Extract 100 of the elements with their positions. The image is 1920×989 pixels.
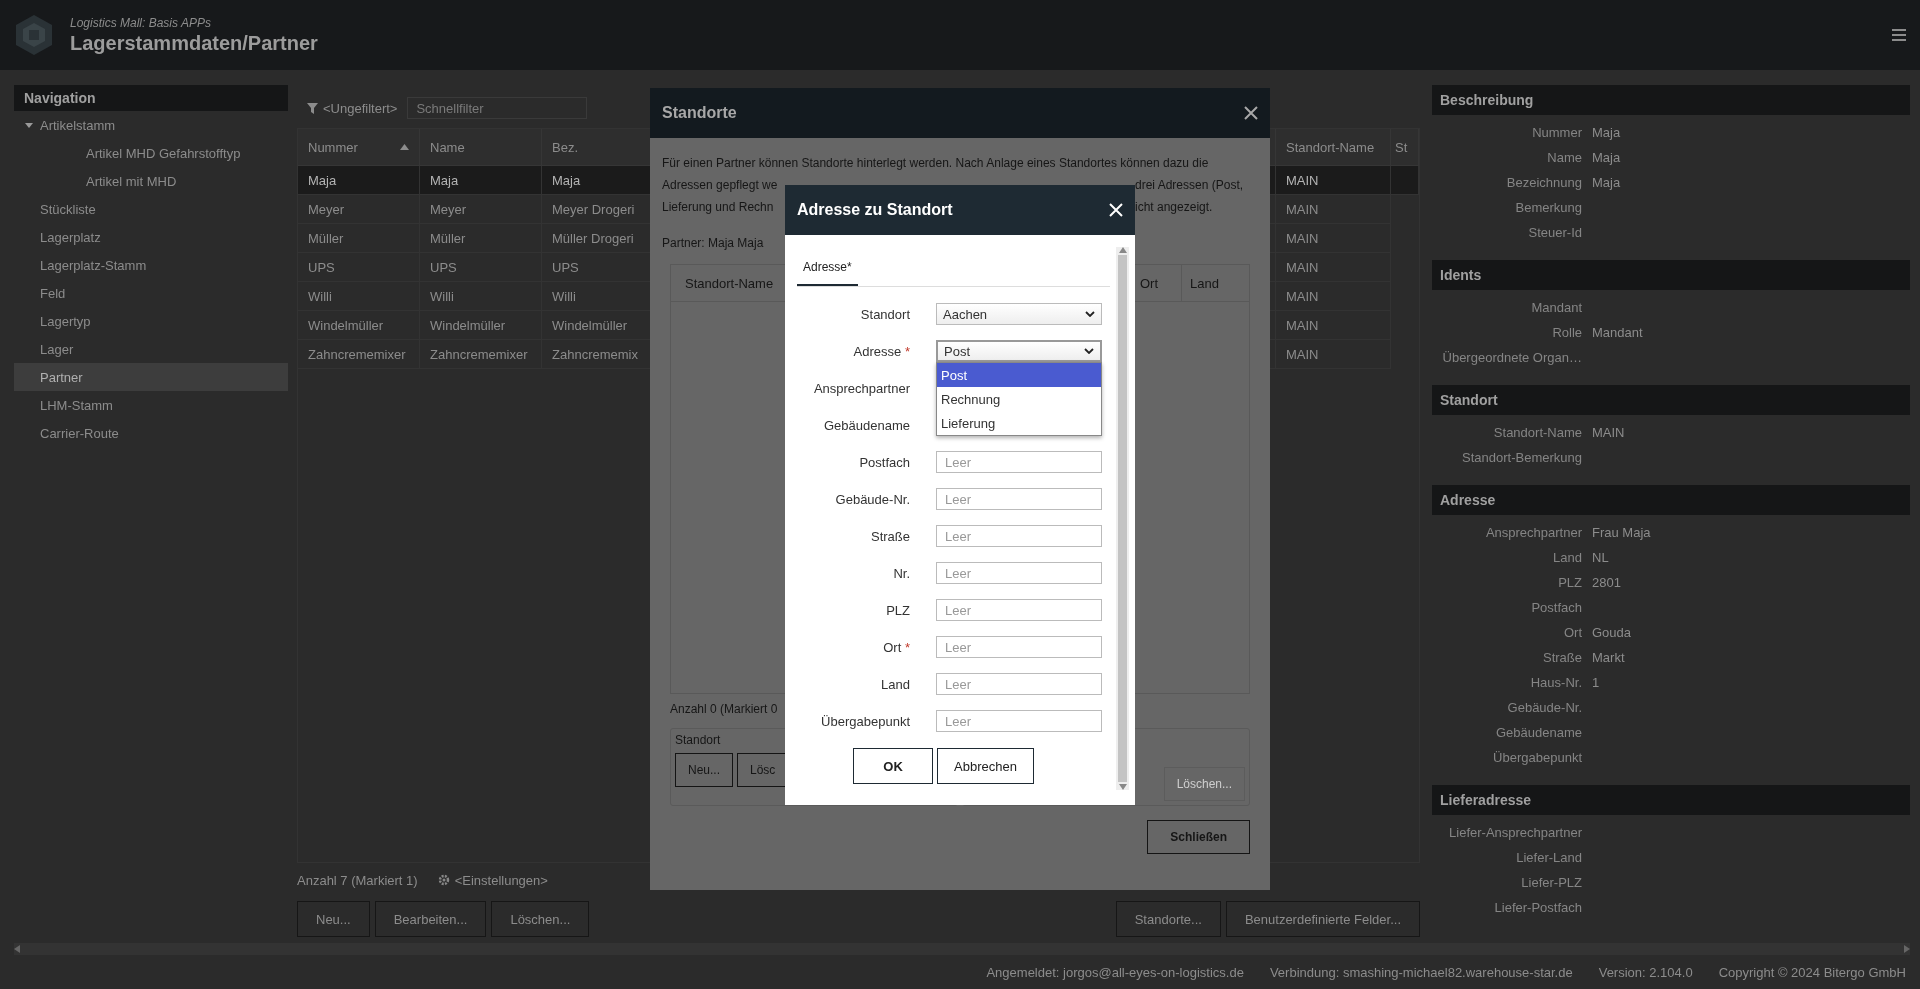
- intro-text: Lieferung und Rechn: [662, 199, 775, 216]
- detail-label: Ort: [1562, 625, 1582, 640]
- field-label: Gebäudename: [823, 417, 910, 433]
- vertical-scrollbar[interactable]: [1116, 247, 1129, 790]
- action-button[interactable]: Neu...: [297, 901, 370, 937]
- close-button[interactable]: Schließen: [1147, 820, 1250, 854]
- detail-label: Liefer-Land: [1515, 850, 1582, 865]
- column-header[interactable]: Name: [420, 129, 542, 166]
- select-field[interactable]: Post: [936, 340, 1102, 362]
- scroll-left-icon[interactable]: [14, 945, 20, 953]
- detail-label: Straße: [1542, 650, 1582, 665]
- detail-label: Standort-Name: [1492, 425, 1582, 440]
- detail-value: Gouda: [1592, 625, 1632, 640]
- table-cell: MAIN: [1276, 340, 1391, 369]
- input-field[interactable]: Leer: [936, 562, 1102, 584]
- menu-icon[interactable]: [1892, 29, 1906, 41]
- page-title: Lagerstammdaten/Partner: [70, 31, 319, 55]
- table-cell: MAIN: [1276, 282, 1391, 311]
- nav-item[interactable]: Lager: [14, 335, 288, 363]
- column-header[interactable]: Nummer: [298, 129, 420, 166]
- nav-item[interactable]: Artikelstamm: [14, 111, 288, 139]
- caret-down-icon[interactable]: [24, 120, 34, 130]
- action-button[interactable]: Benutzerdefinierte Felder...: [1225, 901, 1420, 937]
- input-field[interactable]: Leer: [936, 636, 1102, 658]
- dialog-title: Standorte: [662, 104, 737, 122]
- dropdown-option[interactable]: Lieferung: [937, 411, 1101, 435]
- table-cell: Maja: [298, 166, 420, 195]
- table-cell: MAIN: [1276, 224, 1391, 253]
- detail-label: Bemerkung: [1514, 200, 1582, 215]
- scroll-up-icon[interactable]: [1118, 247, 1127, 253]
- detail-label: Haus-Nr.: [1529, 675, 1582, 690]
- nav-item[interactable]: Artikel MHD Gefahrstofftyp: [14, 139, 288, 167]
- table-cell: Zahncrememixer: [420, 340, 542, 369]
- table-cell: UPS: [298, 253, 420, 282]
- scroll-down-icon[interactable]: [1118, 784, 1127, 790]
- filter-icon: [307, 102, 318, 114]
- action-button[interactable]: Standorte...: [1115, 901, 1221, 937]
- sort-up-icon: [400, 144, 409, 150]
- detail-value: 2801: [1592, 575, 1621, 590]
- input-field[interactable]: Leer: [936, 451, 1102, 473]
- detail-label: Land: [1552, 550, 1582, 565]
- nav-item[interactable]: Artikel mit MHD: [14, 167, 288, 195]
- ok-button[interactable]: OK: [853, 748, 934, 784]
- section-header: Idents: [1432, 260, 1910, 290]
- action-button[interactable]: Bearbeiten...: [374, 901, 487, 937]
- horizontal-scrollbar[interactable]: [14, 943, 1910, 955]
- input-field[interactable]: Leer: [936, 525, 1102, 547]
- nav-item[interactable]: Feld: [14, 279, 288, 307]
- table-cell: Windelmüller: [420, 311, 542, 340]
- table-cell: Müller: [298, 224, 420, 253]
- detail-value: Maja: [1592, 125, 1621, 140]
- group-button[interactable]: Neu...: [675, 753, 733, 787]
- group-title: Standort: [675, 733, 722, 747]
- input-field[interactable]: Leer: [936, 673, 1102, 695]
- input-field[interactable]: Leer: [936, 488, 1102, 510]
- column-header[interactable]: Standort-Name: [1276, 129, 1391, 166]
- scroll-right-icon[interactable]: [1904, 945, 1910, 953]
- dropdown-option[interactable]: Rechnung: [937, 387, 1101, 411]
- dropdown-option[interactable]: Post: [937, 363, 1101, 387]
- field-label: Straße: [870, 528, 910, 544]
- column-header[interactable]: Land: [1181, 265, 1249, 301]
- tab[interactable]: Adresse*: [797, 260, 858, 286]
- detail-label: Liefer-PLZ: [1520, 875, 1582, 890]
- cancel-button[interactable]: Abbrechen: [937, 748, 1034, 784]
- input-field[interactable]: Leer: [936, 599, 1102, 621]
- detail-label: Gebäudename: [1495, 725, 1582, 740]
- field-label: Ansprechpartner: [812, 380, 910, 396]
- nav-item[interactable]: Lagerplatz: [14, 223, 288, 251]
- detail-label: Bezeichnung: [1505, 175, 1582, 190]
- detail-label: Liefer-Postfach: [1493, 900, 1582, 915]
- close-icon[interactable]: [1244, 106, 1258, 120]
- nav-item[interactable]: Partner: [14, 363, 288, 391]
- column-header[interactable]: St: [1391, 129, 1419, 166]
- nav-item[interactable]: LHM-Stamm: [14, 391, 288, 419]
- detail-label: Steuer-Id: [1527, 225, 1582, 240]
- section-header: Lieferadresse: [1432, 785, 1910, 815]
- row-count: Anzahl 0 (Markiert 0: [670, 702, 779, 716]
- chevron-down-icon: [1085, 311, 1095, 317]
- field-label: Ort *: [882, 639, 910, 655]
- nav-item[interactable]: Lagerplatz-Stamm: [14, 251, 288, 279]
- detail-value: Maja: [1592, 175, 1621, 190]
- nav-item[interactable]: Stückliste: [14, 195, 288, 223]
- detail-label: Übergeordnete Organ…: [1441, 350, 1582, 365]
- table-cell: UPS: [420, 253, 542, 282]
- table-cell: MAIN: [1276, 166, 1391, 195]
- field-label: Adresse *: [852, 343, 910, 359]
- status-text: Copyright © 2024 Bitergo GmbH: [1718, 964, 1906, 980]
- quick-filter-field[interactable]: Schnellfilter: [407, 97, 588, 119]
- app-subtitle: Logistics Mall: Basis APPs: [70, 15, 212, 30]
- settings-link[interactable]: <Einstellungen>: [437, 872, 548, 888]
- action-button[interactable]: Löschen...: [491, 901, 590, 937]
- detail-label: Postfach: [1530, 600, 1582, 615]
- row-count: Anzahl 7 (Markiert 1): [297, 872, 418, 888]
- nav-item[interactable]: Lagertyp: [14, 307, 288, 335]
- section-header: Standort: [1432, 385, 1910, 415]
- input-field[interactable]: Leer: [936, 710, 1102, 732]
- select-field[interactable]: Aachen: [936, 303, 1102, 325]
- nav-item[interactable]: Carrier-Route: [14, 419, 288, 447]
- filter-link[interactable]: <Ungefiltert>: [307, 100, 398, 116]
- table-cell: MAIN: [1276, 253, 1391, 282]
